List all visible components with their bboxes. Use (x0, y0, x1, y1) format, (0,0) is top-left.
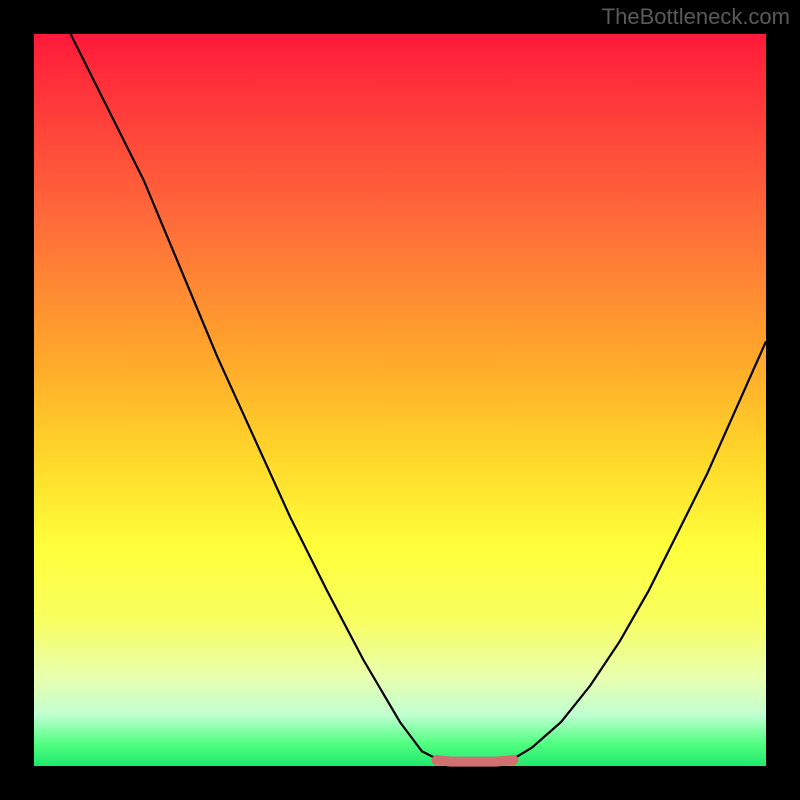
chart-svg (34, 34, 766, 766)
curve-left (71, 34, 437, 759)
chart-plot-area (34, 34, 766, 766)
watermark-text: TheBottleneck.com (602, 4, 790, 30)
flat-zone-highlight (437, 760, 514, 762)
curve-right (514, 341, 767, 758)
